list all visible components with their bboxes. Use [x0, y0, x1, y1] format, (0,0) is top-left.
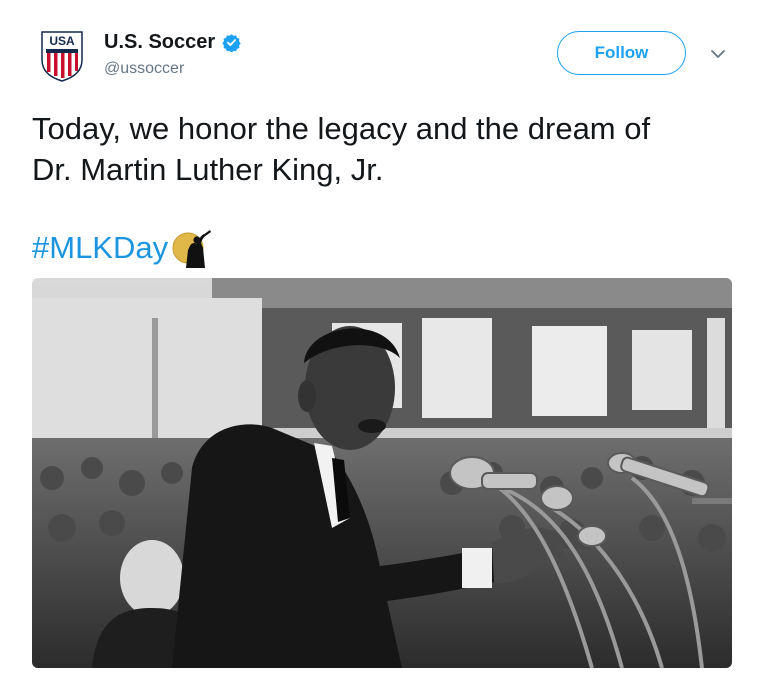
chevron-down-icon[interactable] [708, 44, 728, 64]
follow-button[interactable]: Follow [557, 31, 686, 75]
hashtag-link[interactable]: #MLKDay [32, 230, 168, 266]
tweet-text-line: Today, we honor the legacy and the dream… [32, 111, 651, 146]
verified-badge-icon [222, 34, 241, 52]
tweet-header: USA U.S. Soccer @ussoccer Follow [0, 0, 760, 100]
mlk-hashflag-icon [172, 230, 212, 268]
user-handle[interactable]: @ussoccer [104, 60, 184, 78]
name-row: U.S. Soccer [104, 31, 241, 54]
ussoccer-avatar[interactable]: USA [38, 30, 86, 82]
svg-text:USA: USA [49, 34, 75, 48]
hashtag-line: #MLKDay [32, 226, 214, 270]
display-name[interactable]: U.S. Soccer [104, 31, 215, 54]
tweet-text: Today, we honor the legacy and the dream… [32, 108, 732, 190]
tweet-text-line: Dr. Martin Luther King, Jr. [32, 152, 384, 187]
tweet-photo[interactable] [32, 278, 732, 668]
